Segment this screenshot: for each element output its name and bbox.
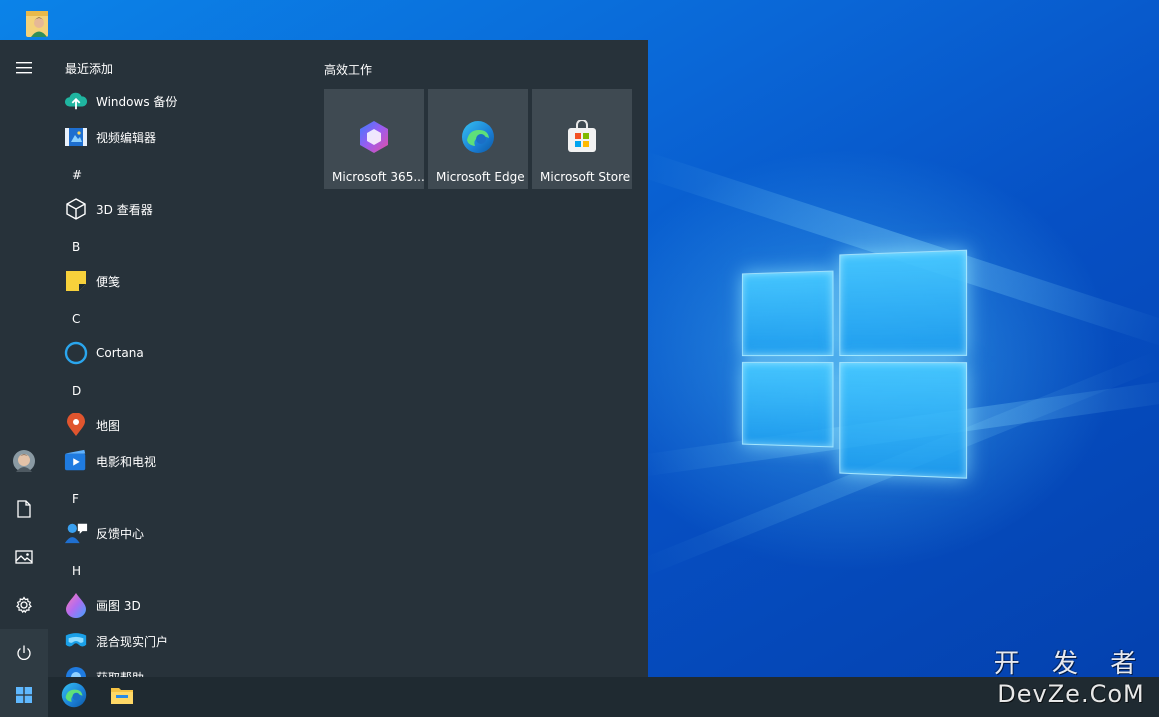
- tile-microsoft-store[interactable]: Microsoft Store: [532, 89, 632, 189]
- app-item-mixed-reality-portal[interactable]: 混合现实门户: [48, 623, 308, 659]
- site-watermark: 开 发 者 DevZe.CoM: [991, 648, 1151, 708]
- taskbar: [0, 677, 1159, 717]
- tiles-group-header[interactable]: 高效工作: [324, 61, 372, 78]
- app-item-feedback-hub[interactable]: 反馈中心: [48, 515, 308, 551]
- letter-header-c[interactable]: C: [72, 312, 80, 326]
- watermark-domain: DevZe.CoM: [997, 680, 1145, 708]
- app-item-maps[interactable]: 地图: [48, 407, 308, 443]
- store-icon: [564, 119, 600, 155]
- app-list: 最近添加 Windows 备份 视频编辑器 # 3D 查看器 B 便笺 C Co…: [48, 40, 308, 677]
- taskbar-edge-button[interactable]: [50, 677, 98, 717]
- get-help-icon: [64, 665, 88, 677]
- letter-header-d[interactable]: D: [72, 384, 81, 398]
- start-rail: [0, 40, 48, 677]
- start-button[interactable]: [0, 677, 48, 717]
- app-item-cortana[interactable]: Cortana: [48, 335, 308, 371]
- tile-microsoft-365[interactable]: Microsoft 365...: [324, 89, 424, 189]
- user-account-button[interactable]: [0, 437, 48, 485]
- app-item-get-help[interactable]: 获取帮助: [48, 659, 308, 677]
- start-menu: 最近添加 Windows 备份 视频编辑器 # 3D 查看器 B 便笺 C Co…: [0, 40, 648, 677]
- file-explorer-icon: [110, 685, 134, 709]
- app-item-windows-backup[interactable]: Windows 备份: [48, 83, 308, 119]
- movies-tv-icon: [64, 449, 88, 473]
- watermark-chinese: 开 发 者: [993, 649, 1149, 679]
- recent-header: 最近添加: [65, 62, 114, 76]
- letter-header-b[interactable]: B: [72, 240, 80, 254]
- user-folder-desktop-icon[interactable]: [24, 8, 54, 40]
- app-item-movies-tv[interactable]: 电影和电视: [48, 443, 308, 479]
- gear-icon: [15, 596, 33, 614]
- video-editor-icon: [64, 125, 88, 149]
- cube-icon: [64, 197, 88, 221]
- hamburger-menu-button[interactable]: [0, 44, 48, 92]
- hamburger-menu-icon: [16, 62, 32, 74]
- cloud-upload-icon: [64, 89, 88, 113]
- taskbar-file-explorer-button[interactable]: [98, 677, 146, 717]
- power-icon: [15, 644, 33, 662]
- app-item-video-editor[interactable]: 视频编辑器: [48, 119, 308, 155]
- edge-icon: [460, 119, 496, 155]
- app-item-sticky-notes[interactable]: 便笺: [48, 263, 308, 299]
- app-item-paint-3d[interactable]: 画图 3D: [48, 587, 308, 623]
- user-avatar-icon: [13, 450, 35, 472]
- windows-start-icon: [16, 687, 32, 707]
- documents-button[interactable]: [0, 485, 48, 533]
- power-button[interactable]: [0, 629, 48, 677]
- tile-microsoft-edge[interactable]: Microsoft Edge: [428, 89, 528, 189]
- paint-3d-icon: [64, 593, 88, 618]
- sticky-note-icon: [64, 269, 88, 293]
- settings-button[interactable]: [0, 581, 48, 629]
- feedback-hub-icon: [64, 521, 88, 545]
- windows-logo-wallpaper: [741, 235, 969, 483]
- letter-header-h[interactable]: H: [72, 564, 81, 578]
- mixed-reality-icon: [64, 629, 88, 653]
- app-item-3d-viewer[interactable]: 3D 查看器: [48, 191, 308, 227]
- pictures-button[interactable]: [0, 533, 48, 581]
- document-icon: [17, 500, 31, 518]
- microsoft-365-icon: [356, 119, 392, 155]
- letter-header-hash[interactable]: #: [72, 168, 82, 182]
- letter-header-f[interactable]: F: [72, 492, 79, 506]
- pictures-icon: [15, 550, 33, 564]
- map-pin-icon: [64, 413, 88, 437]
- edge-icon: [61, 682, 87, 712]
- cortana-ring-icon: [64, 341, 88, 365]
